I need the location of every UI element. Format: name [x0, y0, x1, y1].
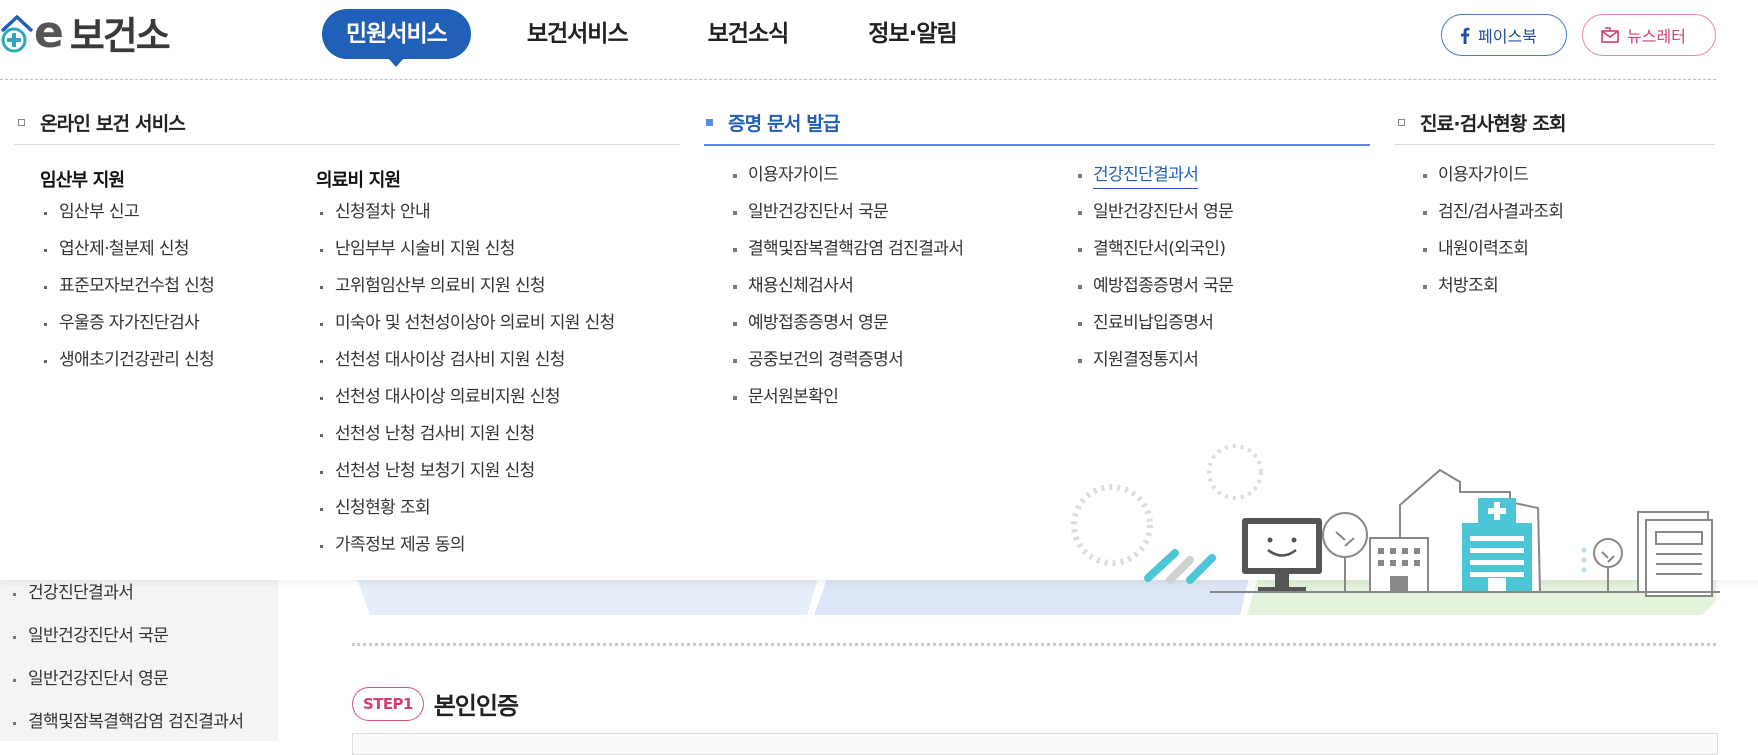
- newsletter-label: 뉴스레터: [1627, 27, 1686, 46]
- nav-health-news[interactable]: 보건소식: [684, 9, 813, 59]
- menu-item[interactable]: 고위험임산부 의료비 지원 신청: [317, 268, 615, 305]
- col-certificate-title[interactable]: 증명 문서 발급: [706, 100, 841, 144]
- nav-health-service[interactable]: 보건서비스: [503, 9, 652, 59]
- menu-item[interactable]: 처방조회: [1420, 268, 1563, 305]
- col-title-text: 증명 문서 발급: [728, 112, 841, 135]
- exam-status-list: 이용자가이드 검진/검사결과조회 내원이력조회 처방조회: [1420, 157, 1564, 305]
- menu-item[interactable]: 표준모자보건수첩 신청: [41, 268, 215, 305]
- step-heading: STEP1 본인인증: [352, 686, 519, 721]
- menu-item[interactable]: 이용자가이드: [1420, 157, 1563, 194]
- facebook-icon: [1460, 27, 1470, 44]
- menu-item[interactable]: 선천성 난청 검사비 지원 신청: [317, 416, 615, 453]
- house-cross-icon: [0, 15, 34, 53]
- step-badge: STEP1: [352, 686, 424, 721]
- mega-menu: 온라인 보건 서비스 임산부 지원 임산부 신고 엽산제·철분제 신청 표준모자…: [0, 80, 1758, 597]
- logo-letter: e: [34, 6, 64, 58]
- step-title: 본인인증: [433, 692, 519, 720]
- col-exam-status-title[interactable]: 진료·검사현황 조회: [1398, 100, 1566, 144]
- menu-item[interactable]: 예방접종증명서 국문: [1075, 268, 1234, 305]
- facebook-button[interactable]: 페이스북: [1441, 14, 1567, 56]
- sidebar-item[interactable]: 일반건강진단서 국문: [0, 615, 243, 658]
- group-title-medical-cost: 의료비 지원: [316, 170, 401, 191]
- menu-item[interactable]: 문서원본확인: [730, 379, 963, 416]
- menu-item[interactable]: 선천성 난청 보청기 지원 신청: [317, 453, 615, 490]
- auth-box: [352, 733, 1718, 755]
- sidebar-item[interactable]: 일반건강진단서 영문: [0, 658, 243, 701]
- menu-item[interactable]: 일반건강진단서 영문: [1075, 194, 1234, 231]
- pregnant-support-list: 임산부 신고 엽산제·철분제 신청 표준모자보건수첩 신청 우울증 자가진단검사…: [41, 194, 215, 379]
- menu-item-label: 건강진단결과서: [1093, 165, 1199, 189]
- hospital-illustration: [1071, 444, 1720, 597]
- tree-icon: [1322, 512, 1368, 558]
- col-online-service-title[interactable]: 온라인 보건 서비스: [18, 100, 186, 144]
- stripe-shape: [1166, 556, 1194, 584]
- menu-item[interactable]: 내원이력조회: [1420, 231, 1563, 268]
- sidebar-item[interactable]: 결핵및잠복결핵감염 검진결과서: [0, 701, 244, 744]
- menu-item[interactable]: 엽산제·철분제 신청: [41, 231, 214, 268]
- site-logo[interactable]: e 보건소: [0, 6, 171, 58]
- menu-item[interactable]: 결핵진단서(외국인): [1075, 231, 1233, 268]
- menu-item[interactable]: 생애초기건강관리 신청: [41, 342, 215, 379]
- menu-item[interactable]: 신청절차 안내: [317, 194, 615, 231]
- certificate-list-right: 건강진단결과서 일반건강진단서 영문 결핵진단서(외국인) 예방접종증명서 국문…: [1075, 157, 1234, 379]
- group-title-pregnant: 임산부 지원: [40, 170, 125, 191]
- menu-item[interactable]: 공중보건의 경력증명서: [730, 342, 963, 379]
- nav-civil-service[interactable]: 민원서비스: [322, 9, 471, 67]
- menu-item[interactable]: 임산부 신고: [41, 194, 214, 231]
- dotted-circle-icon: [1071, 484, 1153, 566]
- square-bullet-icon: [18, 118, 25, 126]
- facebook-label: 페이스북: [1478, 27, 1537, 46]
- menu-item[interactable]: 채용신체검사서: [730, 268, 963, 305]
- menu-item[interactable]: 우울증 자가진단검사: [41, 305, 214, 342]
- newsletter-button[interactable]: 뉴스레터: [1582, 14, 1716, 56]
- menu-item[interactable]: 난임부부 시술비 지원 신청: [317, 231, 615, 268]
- certificate-list-left: 이용자가이드 일반건강진단서 국문 결핵및잠복결핵감염 검진결과서 채용신체검사…: [730, 157, 964, 416]
- menu-item[interactable]: 일반건강진단서 국문: [730, 194, 963, 231]
- menu-item[interactable]: 선천성 대사이상 의료비지원 신청: [317, 379, 615, 416]
- square-bullet-icon: [1398, 118, 1405, 126]
- menu-item[interactable]: 가족정보 제공 동의: [317, 527, 615, 564]
- main-navigation: 민원서비스 보건서비스 보건소식 정보·알림: [322, 9, 1013, 67]
- col-divider: [1395, 144, 1715, 145]
- menu-item[interactable]: 진료비납입증명서: [1075, 305, 1233, 342]
- col-divider-active: [704, 144, 1370, 146]
- site-header: e 보건소 민원서비스 보건서비스 보건소식 정보·알림 페이스북 뉴스레터: [0, 0, 1758, 78]
- col-divider: [14, 144, 680, 145]
- menu-item[interactable]: 이용자가이드: [730, 157, 963, 194]
- menu-item[interactable]: 결핵및잠복결핵감염 검진결과서: [730, 231, 964, 268]
- nav-info-notice[interactable]: 정보·알림: [844, 9, 980, 59]
- menu-item[interactable]: 미숙아 및 선천성이상아 의료비 지원 신청: [317, 305, 615, 342]
- menu-item[interactable]: 지원결정통지서: [1075, 342, 1233, 379]
- logo-text: 보건소: [69, 13, 171, 58]
- medical-cost-support-list: 신청절차 안내 난임부부 시술비 지원 신청 고위험임산부 의료비 지원 신청 …: [317, 194, 615, 564]
- menu-item[interactable]: 검진/검사결과조회: [1420, 194, 1564, 231]
- col-title-text: 온라인 보건 서비스: [40, 112, 186, 135]
- menu-item-active[interactable]: 건강진단결과서: [1075, 157, 1233, 194]
- menu-item[interactable]: 신청현황 조회: [317, 490, 615, 527]
- newsletter-icon: [1601, 27, 1619, 43]
- tree-icon: [1593, 538, 1623, 568]
- sidebar-menu: 건강진단결과서 일반건강진단서 국문 일반건강진단서 영문 결핵및잠복결핵감염 …: [0, 572, 244, 744]
- dotted-circle-icon: [1207, 444, 1263, 500]
- col-title-text: 진료·검사현황 조회: [1420, 112, 1566, 135]
- square-bullet-icon: [706, 118, 713, 126]
- menu-item[interactable]: 선천성 대사이상 검사비 지원 신청: [317, 342, 615, 379]
- menu-item[interactable]: 예방접종증명서 영문: [730, 305, 963, 342]
